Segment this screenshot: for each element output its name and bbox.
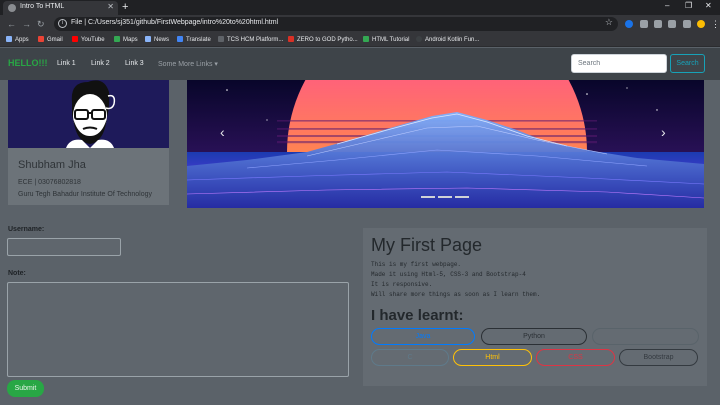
profile-college: Guru Tegh Bahadur Institute Of Technolog… (18, 191, 152, 198)
maps-icon (114, 36, 120, 42)
skill-button[interactable] (592, 328, 699, 345)
bookmark-maps[interactable]: Maps (114, 36, 138, 43)
bookmark-gmail[interactable]: Gmail (38, 36, 63, 43)
carousel-prev-icon[interactable]: ‹ (220, 124, 225, 140)
profile-avatar-illustration (8, 80, 169, 148)
nav-link-2[interactable]: Link 2 (91, 60, 110, 67)
extension-icon[interactable] (640, 20, 648, 28)
back-icon[interactable]: ← (7, 18, 16, 30)
username-label: Username: (8, 226, 45, 233)
html-tutorial-icon (363, 36, 369, 42)
skill-python-button[interactable]: Python (481, 328, 587, 345)
profile-avatar[interactable] (697, 20, 705, 28)
info-line: This is my first webpage. (371, 261, 462, 268)
maximize-icon[interactable]: ❐ (685, 1, 692, 10)
nav-link-3[interactable]: Link 3 (125, 60, 144, 67)
brand-logo[interactable]: HELLO!!! (8, 58, 48, 68)
profile-detail: ECE | 03076802818 (18, 179, 81, 186)
skill-java-button[interactable]: Java (371, 328, 475, 345)
tcs-icon (218, 36, 224, 42)
image-carousel: ‹ › (187, 80, 704, 208)
skill-bootstrap-button[interactable]: Bootstrap (619, 349, 698, 366)
extension-icon[interactable] (625, 20, 633, 28)
bookmark-python[interactable]: ZERO to GOD Pytho... (288, 36, 358, 43)
forward-icon[interactable]: → (22, 18, 31, 30)
info-line: It is responsive. (371, 281, 433, 288)
media-icon[interactable] (683, 20, 691, 28)
browser-tab-strip: Intro To HTML ✕ + – ❐ ✕ (0, 0, 720, 15)
translate-icon (177, 36, 183, 42)
close-tab-icon[interactable]: ✕ (107, 2, 114, 11)
skill-css-button[interactable]: CSS (536, 349, 615, 366)
username-input[interactable] (7, 238, 121, 256)
bookmarks-bar: Apps Gmail YouTube Maps News Translate T… (0, 33, 720, 47)
menu-icon[interactable]: ⋮ (711, 18, 720, 30)
address-bar[interactable]: i File | C:/Users/sj351/github/FirstWebp… (54, 17, 618, 31)
bookmark-html-tutorial[interactable]: HTML Tutorial (363, 36, 409, 43)
bookmark-android[interactable]: Android Kotlin Fun... (416, 36, 479, 43)
carousel-indicator[interactable] (438, 196, 452, 198)
android-icon (416, 36, 422, 42)
bookmark-apps[interactable]: Apps (6, 36, 29, 43)
info-card: My First Page This is my first webpage. … (363, 228, 707, 386)
profile-name: Shubham Jha (18, 159, 86, 171)
globe-icon (8, 4, 16, 12)
note-label: Note: (8, 270, 26, 277)
caret-down-icon: ▾ (214, 61, 218, 68)
carousel-indicator[interactable] (455, 196, 469, 198)
info-icon[interactable]: i (58, 19, 67, 28)
new-tab-icon[interactable]: + (122, 0, 128, 14)
browser-tab[interactable]: Intro To HTML ✕ (3, 1, 118, 15)
learnt-heading: I have learnt: (371, 307, 464, 324)
carousel-indicator[interactable] (421, 196, 435, 198)
nav-dropdown[interactable]: Some More Links ▾ (158, 60, 218, 68)
close-window-icon[interactable]: ✕ (705, 1, 712, 10)
tab-title: Intro To HTML (20, 3, 65, 10)
profile-card: Shubham Jha ECE | 03076802818 Guru Tegh … (8, 80, 169, 205)
bookmark-tcs[interactable]: TCS HCM Platform... (218, 36, 283, 43)
news-icon (145, 36, 151, 42)
search-input[interactable] (571, 54, 667, 73)
extension-icon[interactable] (654, 20, 662, 28)
search-button[interactable]: Search (670, 54, 705, 73)
bookmark-translate[interactable]: Translate (177, 36, 211, 43)
synthwave-landscape-image (187, 80, 704, 208)
browser-toolbar: ← → ↻ i File | C:/Users/sj351/github/Fir… (0, 15, 720, 33)
info-line: Will share more things as soon as I lear… (371, 291, 541, 298)
python-course-icon (288, 36, 294, 42)
bookmark-youtube[interactable]: YouTube (72, 36, 105, 43)
skill-html-button[interactable]: Html (453, 349, 532, 366)
minimize-icon[interactable]: – (665, 1, 669, 10)
carousel-next-icon[interactable]: › (661, 124, 666, 140)
gmail-icon (38, 36, 44, 42)
note-textarea[interactable] (7, 282, 349, 377)
submit-button[interactable]: Submit (7, 380, 44, 397)
skill-c-button[interactable]: C (371, 349, 449, 366)
page-title: My First Page (371, 235, 483, 255)
bookmark-news[interactable]: News (145, 36, 169, 43)
info-line: Made it using Html-5, CSS-3 and Bootstra… (371, 271, 526, 278)
nav-link-1[interactable]: Link 1 (57, 60, 76, 67)
apps-icon (6, 36, 12, 42)
reload-icon[interactable]: ↻ (37, 18, 45, 30)
youtube-icon (72, 36, 78, 42)
site-navbar: HELLO!!! Link 1 Link 2 Link 3 Some More … (0, 48, 720, 80)
star-icon[interactable]: ☆ (605, 17, 613, 28)
address-url: File | C:/Users/sj351/github/FirstWebpag… (71, 19, 279, 26)
web-page: HELLO!!! Link 1 Link 2 Link 3 Some More … (0, 48, 720, 405)
extension-icon[interactable] (668, 20, 676, 28)
